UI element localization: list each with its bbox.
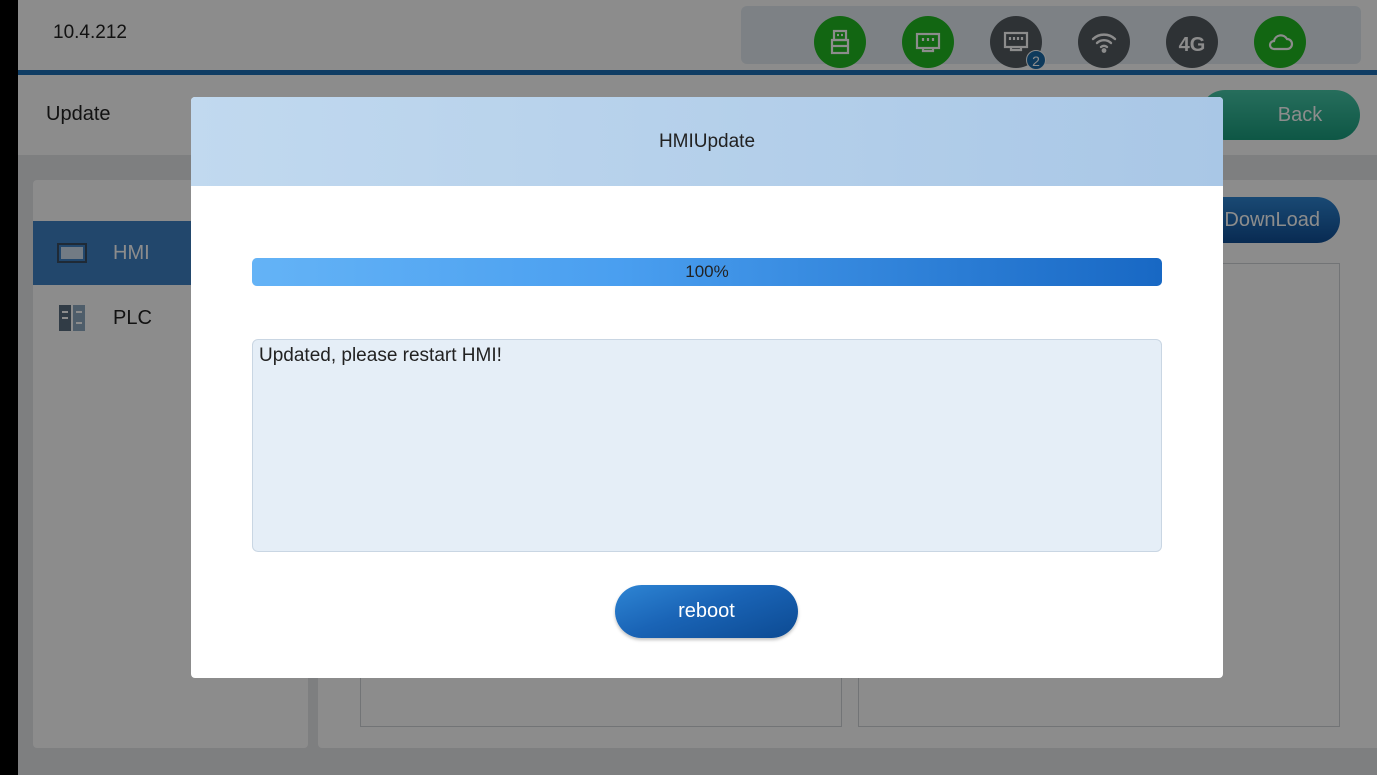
reboot-button[interactable]: reboot: [615, 585, 798, 638]
dialog-header: HMIUpdate: [191, 97, 1223, 186]
update-dialog: HMIUpdate 100% Updated, please restart H…: [191, 97, 1223, 678]
progress-bar: 100%: [252, 258, 1162, 286]
message-box: Updated, please restart HMI!: [252, 339, 1162, 552]
progress-text: 100%: [685, 262, 729, 281]
dialog-title: HMIUpdate: [658, 131, 756, 152]
message-text: Updated, please restart HMI!: [259, 345, 502, 366]
